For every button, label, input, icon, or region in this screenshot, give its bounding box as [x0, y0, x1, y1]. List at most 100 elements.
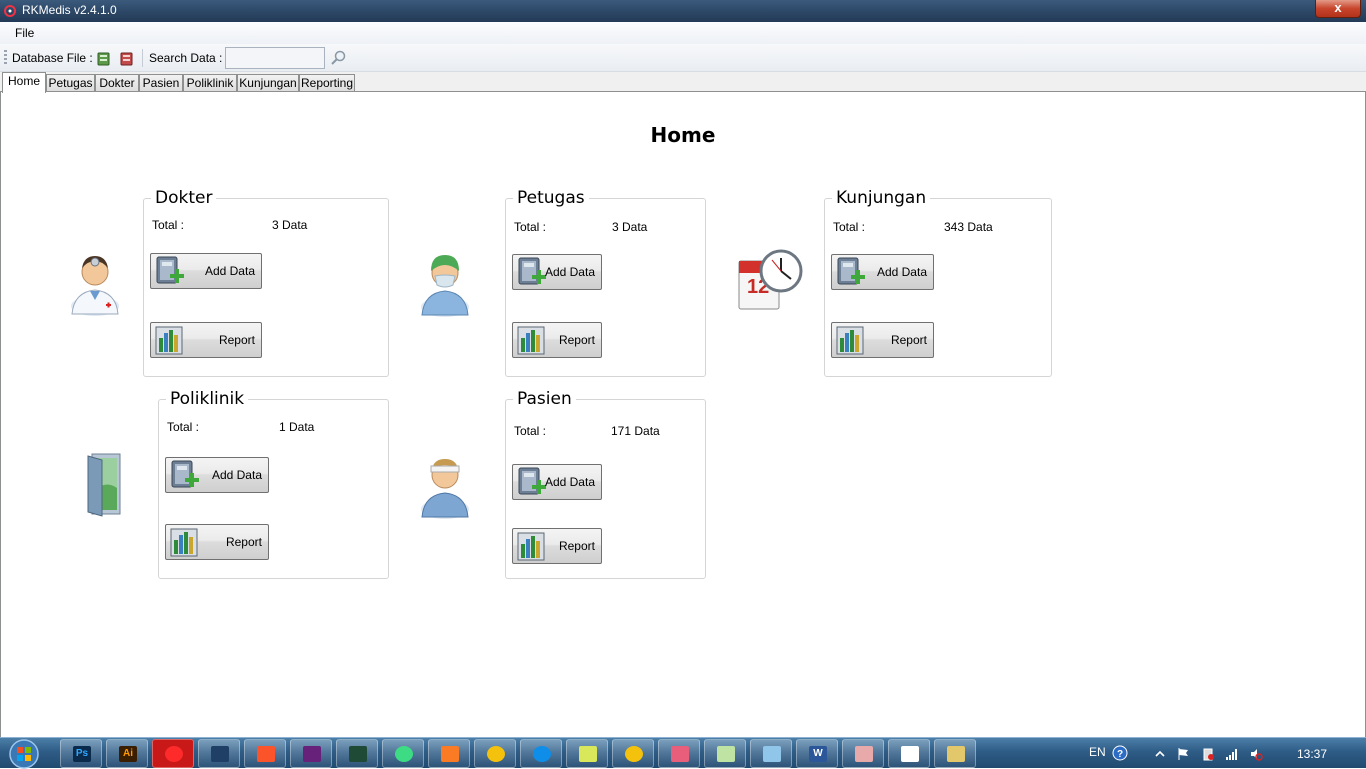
taskbar-editor[interactable] [336, 739, 378, 768]
dokter-group: Dokter Total : 3 Data Add Data Report [143, 188, 389, 377]
pasien-total-value: 171 Data [611, 424, 660, 438]
poliklinik-group: Poliklinik Total : 1 Data Add Data Repor… [158, 389, 389, 579]
tab-home[interactable]: Home [2, 72, 46, 93]
taskbar-app-14[interactable] [658, 739, 700, 768]
pasien-total-label: Total : [514, 424, 547, 438]
menu-bar: File [0, 22, 1366, 44]
pasien-report-button[interactable]: Report [512, 528, 602, 564]
poliklinik-report-label: Report [225, 535, 262, 549]
page-title: Home [650, 123, 716, 147]
windows-start-icon[interactable] [6, 739, 42, 769]
petugas-add-data-label: Add Data [544, 265, 595, 279]
doctor-icon [71, 256, 119, 316]
petugas-report-button[interactable]: Report [512, 322, 602, 358]
taskbar-photoshop[interactable]: Ps [60, 739, 102, 768]
poliklinik-total-value: 1 Data [279, 420, 315, 434]
petugas-report-label: Report [558, 333, 595, 347]
network-signal-icon[interactable] [1225, 747, 1239, 761]
app-icon [855, 746, 873, 762]
files-icon [579, 746, 597, 762]
pasien-group: Pasien Total : 171 Data Add Data Report [505, 389, 706, 579]
taskbar-app-17[interactable] [842, 739, 884, 768]
kunjungan-report-button[interactable]: Report [831, 322, 934, 358]
report-icon [153, 324, 187, 356]
app-icon [671, 746, 689, 762]
pasien-add-data-button[interactable]: Add Data [512, 464, 602, 500]
add-data-icon [515, 466, 549, 498]
petugas-total-label: Total : [514, 220, 547, 234]
toolbar: Database File : Search Data : [0, 44, 1366, 72]
taskbar-word[interactable]: W [796, 739, 838, 768]
taskbar-files[interactable] [566, 739, 608, 768]
clock[interactable]: 13:37 [1297, 747, 1327, 761]
rkmedis-icon [901, 746, 919, 762]
report-icon [834, 324, 868, 356]
petugas-add-data-button[interactable]: Add Data [512, 254, 602, 290]
taskbar-android[interactable] [382, 739, 424, 768]
taskbar-paint[interactable] [934, 739, 976, 768]
xampp-icon [441, 746, 459, 762]
taskbar-illustrator[interactable]: Ai [106, 739, 148, 768]
petugas-total-value: 3 Data [612, 220, 648, 234]
search-icon[interactable] [329, 49, 347, 67]
taskbar-remote[interactable] [750, 739, 792, 768]
search-input[interactable] [225, 47, 325, 69]
report-icon [515, 324, 549, 356]
taskbar-app-4[interactable] [198, 739, 240, 768]
illustrator-icon: Ai [119, 746, 137, 762]
brave-icon [257, 746, 275, 762]
window-app-icon [211, 746, 229, 762]
report-icon [168, 526, 202, 558]
tab-pasien[interactable]: Pasien [139, 74, 183, 92]
teamviewer-icon [533, 746, 551, 762]
show-hidden-icons-icon[interactable] [1153, 747, 1167, 761]
kunjungan-add-data-label: Add Data [876, 265, 927, 279]
close-database-icon[interactable] [119, 50, 135, 66]
tab-reporting[interactable]: Reporting [299, 74, 355, 92]
device-icon[interactable] [1201, 747, 1215, 761]
report-icon [515, 530, 549, 562]
taskbar-chrome[interactable] [474, 739, 516, 768]
taskbar-chrome-2[interactable] [612, 739, 654, 768]
word-icon: W [809, 746, 827, 762]
kunjungan-total-value: 343 Data [944, 220, 993, 234]
tab-petugas[interactable]: Petugas [46, 74, 95, 92]
help-icon[interactable]: ? [1112, 745, 1128, 761]
taskbar-teamviewer[interactable] [520, 739, 562, 768]
open-database-icon[interactable] [96, 50, 112, 66]
toolbar-grip[interactable] [4, 50, 7, 66]
taskbar-notepad[interactable] [704, 739, 746, 768]
taskbar-xampp[interactable] [428, 739, 470, 768]
kunjungan-group-title: Kunjungan [832, 188, 931, 208]
poliklinik-add-data-button[interactable]: Add Data [165, 457, 269, 493]
dokter-report-button[interactable]: Report [150, 322, 262, 358]
title-bar: RKMedis v2.4.1.0 x [0, 0, 1366, 22]
add-data-icon [168, 459, 202, 491]
kunjungan-add-data-button[interactable]: Add Data [831, 254, 934, 290]
tab-kunjungan[interactable]: Kunjungan [237, 74, 299, 92]
taskbar-brave[interactable] [244, 739, 286, 768]
dokter-group-title: Dokter [151, 188, 217, 208]
patient-icon [421, 459, 469, 519]
taskbar-opera[interactable] [152, 739, 194, 768]
dokter-add-data-button[interactable]: Add Data [150, 253, 262, 289]
photoshop-icon: Ps [73, 746, 91, 762]
poliklinik-report-button[interactable]: Report [165, 524, 269, 560]
menu-file[interactable]: File [15, 26, 34, 40]
taskbar-visual-studio[interactable] [290, 739, 332, 768]
surgeon-icon [421, 255, 469, 317]
action-center-flag-icon[interactable] [1176, 747, 1190, 761]
chrome-icon [487, 746, 505, 762]
poliklinik-add-data-label: Add Data [211, 468, 262, 482]
tab-poliklinik[interactable]: Poliklinik [183, 74, 237, 92]
dokter-add-data-label: Add Data [204, 264, 255, 278]
taskbar-rkmedis[interactable] [888, 739, 930, 768]
visual-studio-icon [303, 746, 321, 762]
dokter-total-label: Total : [152, 218, 185, 232]
editor-icon [349, 746, 367, 762]
volume-muted-icon[interactable] [1249, 747, 1263, 761]
tab-dokter[interactable]: Dokter [95, 74, 139, 92]
pasien-group-title: Pasien [513, 389, 576, 409]
close-button[interactable]: x [1315, 0, 1361, 18]
language-indicator[interactable]: EN [1089, 745, 1106, 759]
